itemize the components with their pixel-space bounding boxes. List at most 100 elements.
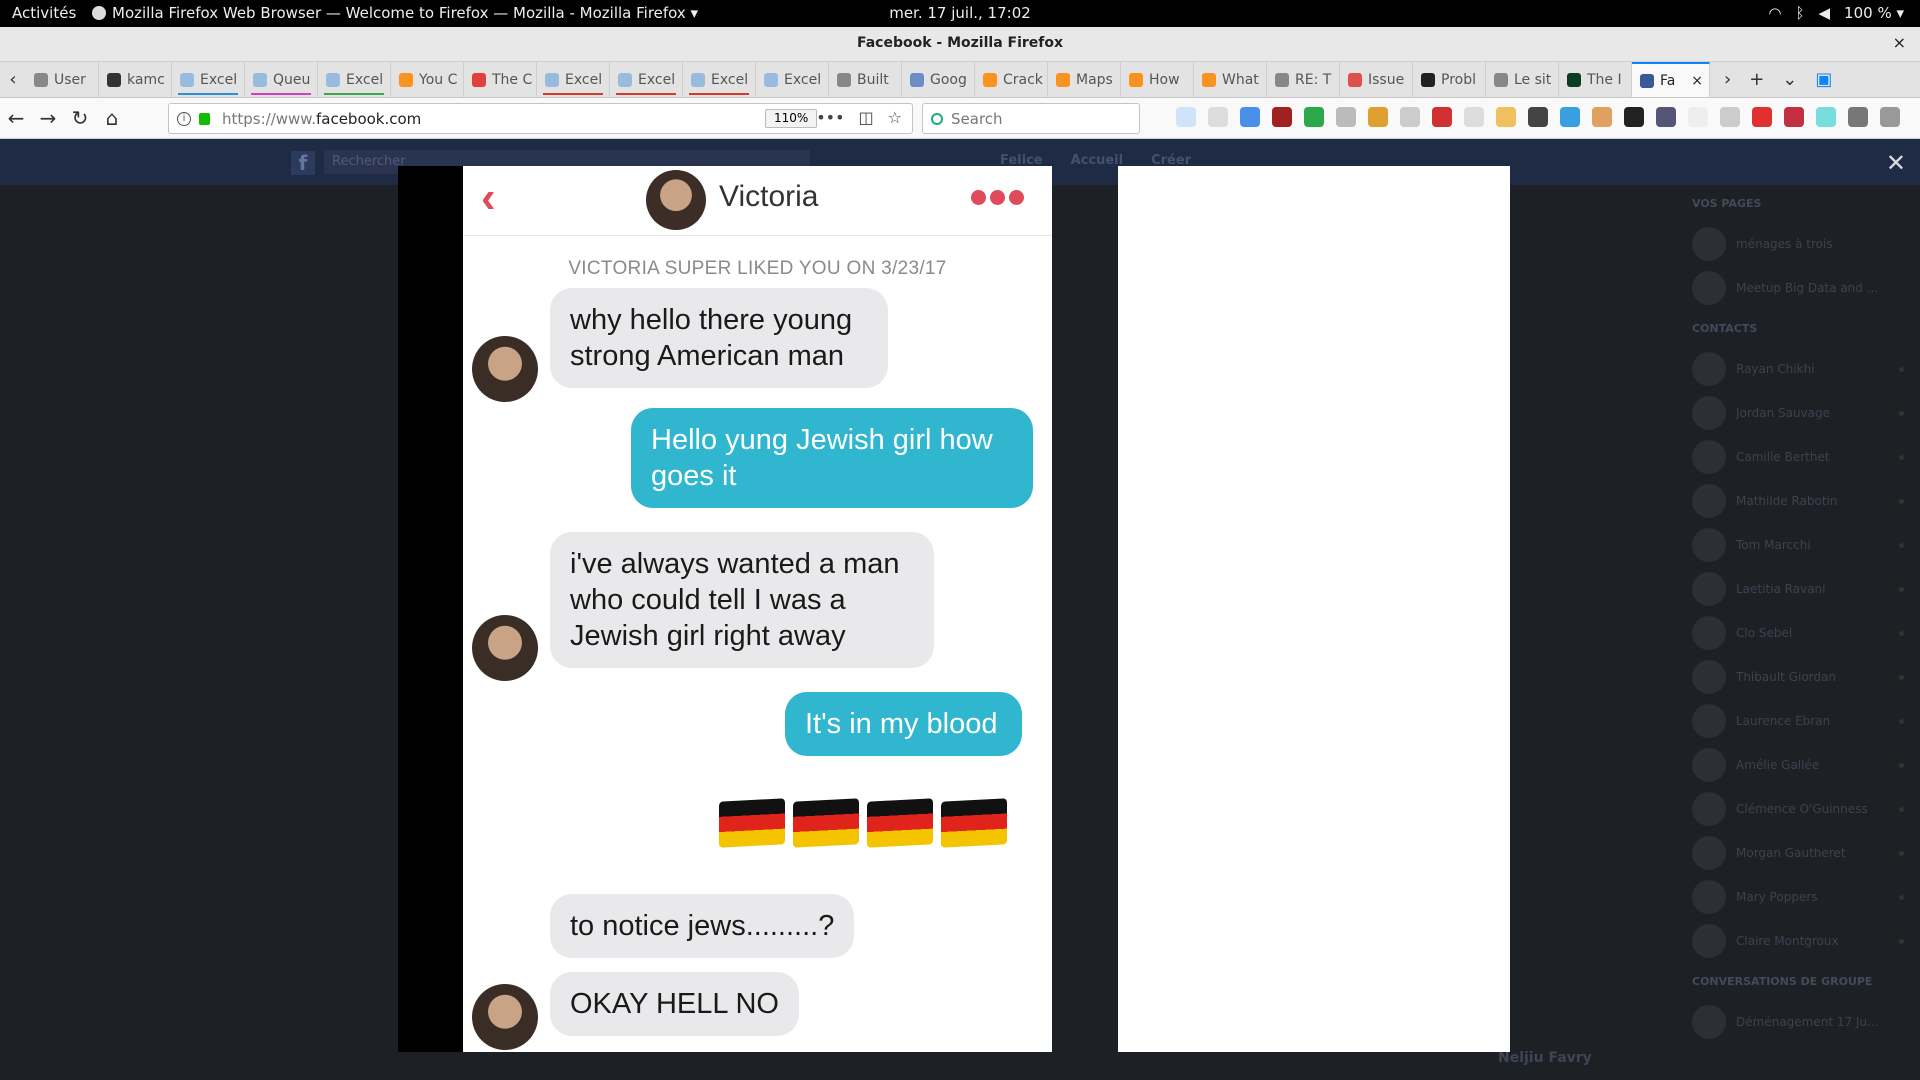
tab[interactable]: Le sit [1486,62,1559,97]
containers-icon[interactable]: ▣ [1815,69,1832,90]
sidebar-contact-item[interactable]: Clo Sebel [1680,611,1920,655]
page-actions-menu-icon[interactable]: ••• [816,108,844,127]
search-input[interactable]: Search [951,110,1003,128]
extension-icon[interactable] [1432,107,1452,127]
tab[interactable]: What [1194,62,1267,97]
tab[interactable]: Crack [975,62,1048,97]
bookmark-star-icon[interactable]: ☆ [888,108,902,127]
extension-icon[interactable] [1528,107,1548,127]
extension-icon[interactable] [1784,107,1804,127]
extension-icon[interactable] [1688,107,1708,127]
extension-icon[interactable] [1624,107,1644,127]
facebook-logo-icon[interactable]: f [291,151,315,175]
lightbox-close-icon[interactable]: ✕ [1886,149,1906,177]
sidebar-contact-item[interactable]: Thibault Giordan [1680,655,1920,699]
avatar [1692,440,1726,474]
tab[interactable]: Excel [683,62,756,97]
forward-arrow-icon[interactable]: → [32,106,64,130]
tabs-scroll-right-icon[interactable]: › [1724,69,1731,90]
tab[interactable]: Excel [610,62,683,97]
sidebar-contact-item[interactable]: Laurence Ebran [1680,699,1920,743]
tab-facebook-active[interactable]: Fa × [1632,62,1710,97]
tab[interactable]: The C [464,62,537,97]
library-icon[interactable] [1208,107,1228,127]
tab[interactable]: You C [391,62,464,97]
account-icon[interactable] [1848,107,1868,127]
germany-flag-icon [941,798,1007,848]
extension-icon[interactable] [1304,107,1324,127]
zoom-indicator[interactable]: 110% [765,109,818,128]
online-status-icon [1899,850,1904,856]
tab[interactable]: Goog [902,62,975,97]
sidebar-contact-item[interactable]: Laetitia Ravani [1680,567,1920,611]
extension-icon[interactable] [1752,107,1772,127]
sidebar-contact-item[interactable]: Camille Berthet [1680,435,1920,479]
home-icon[interactable]: ⌂ [96,106,128,130]
avatar [1692,572,1726,606]
tab[interactable]: Probl [1413,62,1486,97]
sidebar-contact-item[interactable]: Mary Poppers [1680,875,1920,919]
extension-icon[interactable] [1496,107,1516,127]
tab[interactable]: Excel [756,62,829,97]
tab[interactable]: Built [829,62,902,97]
status-area[interactable]: ◠ ᛒ ◀ 100 % ▾ [1768,4,1904,22]
tabs-scroll-left-icon[interactable]: ‹ [0,69,26,90]
sidebar-contact-item[interactable]: Claire Montgroux [1680,919,1920,963]
sidebar-contact-item[interactable]: Rayan Chikhi [1680,347,1920,391]
sidebar-contact-item[interactable]: ménages à trois [1680,222,1920,266]
clock[interactable]: mer. 17 juil., 17:02 [889,4,1031,22]
sidebar-contact-item[interactable]: Jordan Sauvage [1680,391,1920,435]
tab-list-chevron-down-icon[interactable]: ⌄ [1782,69,1797,90]
avatar [1692,792,1726,826]
power-icon[interactable] [1720,107,1740,127]
extension-icon[interactable] [1560,107,1580,127]
tab[interactable]: The I [1559,62,1632,97]
extension-icon[interactable] [1368,107,1388,127]
tab[interactable]: Excel [537,62,610,97]
tab[interactable]: Excel [172,62,245,97]
chat-tab-name[interactable]: Neljiu Favry [1498,1050,1592,1066]
reload-icon[interactable]: ↻ [64,106,96,130]
lock-icon[interactable] [199,112,210,125]
tab-label: You C [419,71,458,88]
app-menu[interactable]: Mozilla Firefox Web Browser — Welcome to… [92,4,698,22]
tab[interactable]: Maps [1048,62,1121,97]
sidebar-contact-item[interactable]: Mathilde Rabotin [1680,479,1920,523]
tab[interactable]: Issue [1340,62,1413,97]
tab[interactable]: How [1121,62,1194,97]
extension-icon[interactable] [1656,107,1676,127]
activities-button[interactable]: Activités [12,4,76,22]
favicon-icon [1275,72,1289,87]
sidebar-contact-item[interactable]: Clémence O'Guinness [1680,787,1920,831]
tab[interactable]: kamc [99,62,172,97]
window-close-icon[interactable]: × [1893,33,1906,52]
extension-icon[interactable] [1240,107,1260,127]
tab[interactable]: RE: T [1267,62,1340,97]
url-text[interactable]: https://www.facebook.com [222,110,421,128]
lightbox-side-panel [1118,166,1510,1052]
ublock-icon[interactable] [1272,107,1292,127]
hamburger-menu-icon[interactable] [1880,107,1900,127]
site-info-icon[interactable]: i [177,111,191,126]
nav-home[interactable]: Accueil [1071,153,1123,168]
sidebar-contact-item[interactable]: Tom Marcchi [1680,523,1920,567]
cookie-icon[interactable] [1592,107,1612,127]
avatar [1692,528,1726,562]
tab[interactable]: Excel [318,62,391,97]
extension-icon[interactable] [1400,107,1420,127]
sidebar-contact-item[interactable]: Amélie Gallée [1680,743,1920,787]
search-bar[interactable]: Search [922,103,1140,134]
back-arrow-icon[interactable]: ← [0,106,32,130]
downloads-icon[interactable] [1176,107,1196,127]
sidebar-contact-item[interactable]: Morgan Gautheret [1680,831,1920,875]
new-tab-icon[interactable]: + [1749,69,1764,90]
eyedropper-icon[interactable] [1336,107,1356,127]
pocket-icon[interactable]: ◫ [859,108,874,127]
url-bar[interactable]: i https://www.facebook.com 110% ••• ◫ ☆ [168,103,913,134]
extension-icon[interactable] [1816,107,1836,127]
sidebar-contact-item[interactable]: Meetup Big Data and ... [1680,266,1920,310]
tab[interactable]: User [26,62,99,97]
tab-close-icon[interactable]: × [1691,73,1703,89]
sidebar-icon[interactable] [1464,107,1484,127]
tab[interactable]: Queu [245,62,318,97]
